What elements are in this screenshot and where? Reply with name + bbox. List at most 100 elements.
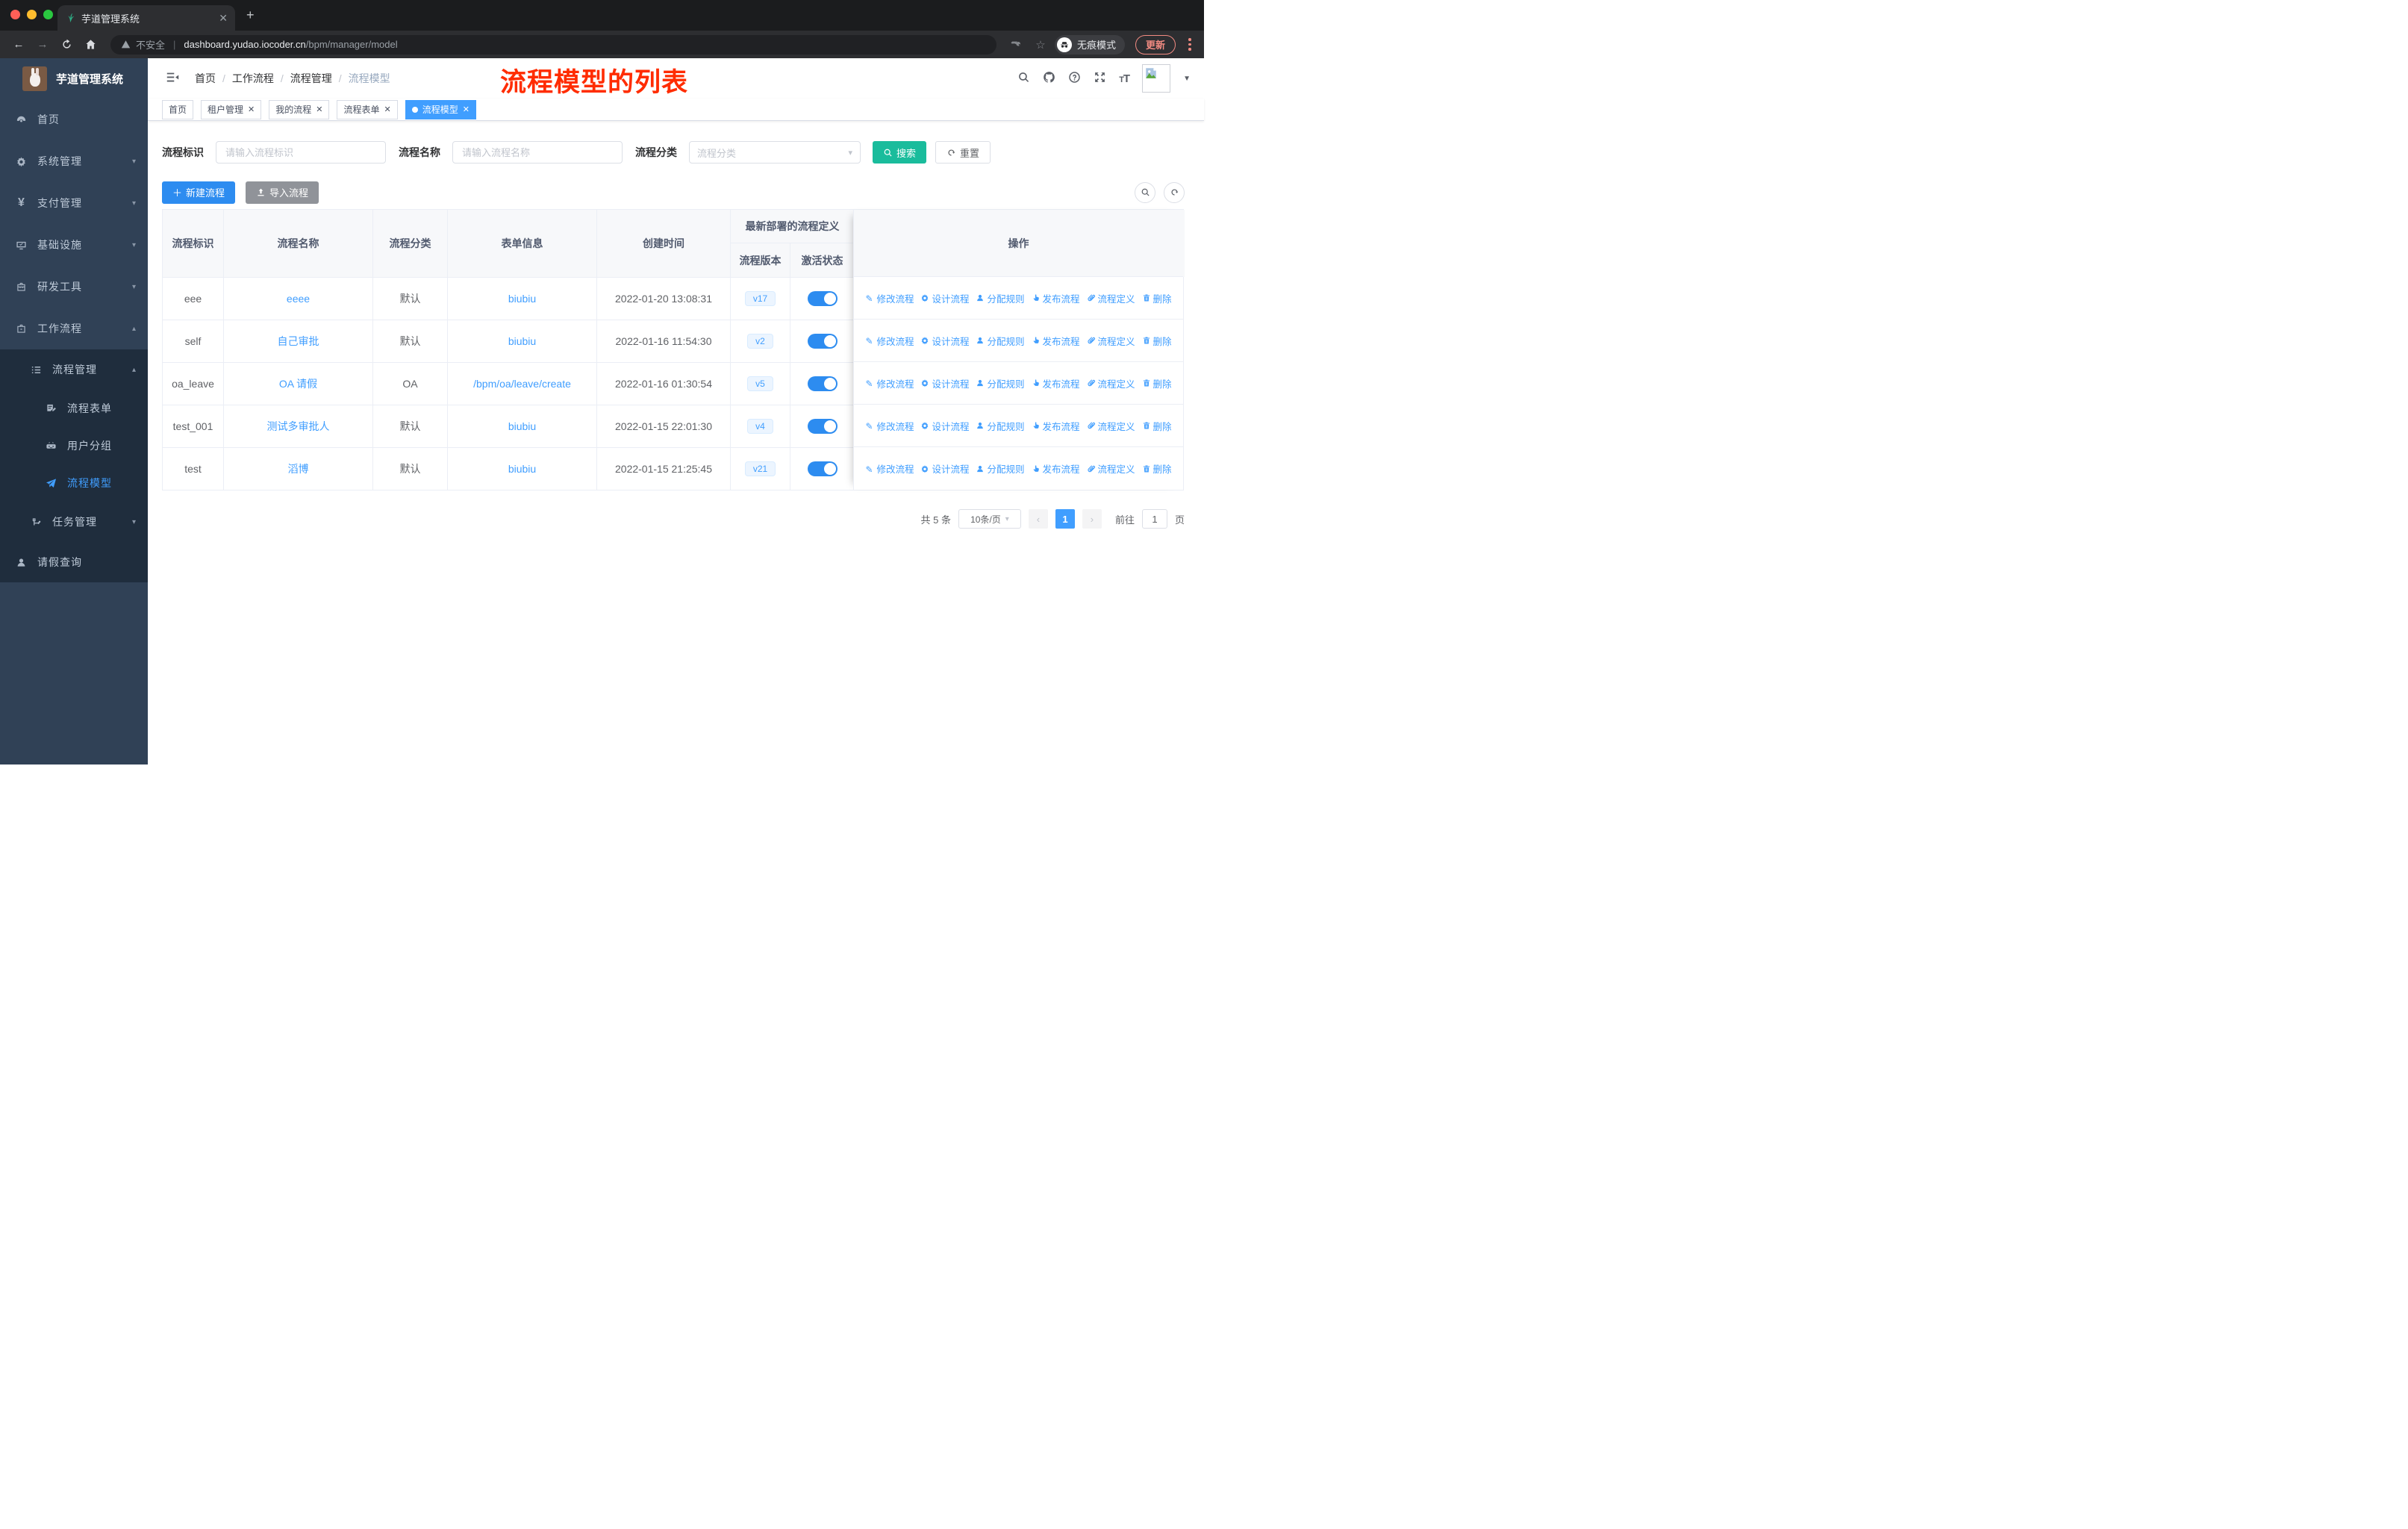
browser-update-button[interactable]: 更新 [1135,34,1176,55]
key-icon[interactable] [1007,35,1026,55]
assign-rule-link[interactable]: 分配规则 [976,419,1025,433]
sidebar-item-system[interactable]: 系统管理 ▾ [0,140,148,182]
close-window-button[interactable] [10,10,20,19]
process-definition-link[interactable]: 流程定义 [1087,419,1135,433]
sidebar-item-process-model[interactable]: 流程模型 [0,464,148,502]
back-icon[interactable]: ← [9,35,28,55]
design-process-link[interactable]: 设计流程 [920,334,969,348]
new-tab-button[interactable]: + [246,7,255,23]
prev-page-button[interactable]: ‹ [1028,509,1048,529]
tag-tenant[interactable]: 租户管理 ✕ [201,99,262,119]
breadcrumb-home[interactable]: 首页 [195,71,216,86]
process-name-link[interactable]: 自己审批 [278,334,319,349]
sidebar-collapse-icon[interactable] [166,70,180,87]
process-category-select[interactable]: 流程分类 ▾ [689,141,861,164]
publish-process-link[interactable]: 发布流程 [1032,334,1080,348]
github-icon[interactable] [1043,71,1055,86]
forward-icon[interactable]: → [33,35,52,55]
goto-page-input[interactable] [1141,509,1167,529]
minimize-window-button[interactable] [27,10,37,19]
page-number-1[interactable]: 1 [1055,509,1075,529]
close-icon[interactable]: ✕ [248,105,255,114]
active-toggle[interactable] [807,376,838,391]
assign-rule-link[interactable]: 分配规则 [976,376,1025,390]
avatar-caret-icon[interactable]: ▼ [1183,75,1191,83]
form-info-link[interactable]: biubiu [508,420,536,432]
reset-button[interactable]: 重置 [935,141,991,164]
delete-link[interactable]: 删除 [1142,334,1172,348]
sidebar-item-process-form[interactable]: 流程表单 [0,390,148,427]
sidebar-item-leave-query[interactable]: 请假查询 [0,542,148,582]
active-toggle[interactable] [807,461,838,476]
tag-process-model[interactable]: 流程模型 ✕ [405,99,476,119]
tab-close-icon[interactable]: ✕ [219,12,228,25]
publish-process-link[interactable]: 发布流程 [1032,291,1080,305]
browser-menu-icon[interactable] [1185,38,1195,51]
fullscreen-icon[interactable] [1094,71,1106,86]
close-icon[interactable]: ✕ [463,105,470,114]
help-icon[interactable] [1068,71,1081,86]
font-size-icon[interactable]: TT [1119,72,1130,85]
process-name-link[interactable]: 滔博 [288,461,309,476]
sidebar-item-user-groups[interactable]: 用户分组 [0,427,148,464]
sidebar-item-dev-tools[interactable]: 研发工具 ▾ [0,266,148,308]
design-process-link[interactable]: 设计流程 [920,461,969,476]
process-name-input[interactable] [452,141,623,164]
bookmark-star-icon[interactable]: ☆ [1031,35,1050,55]
design-process-link[interactable]: 设计流程 [920,291,969,305]
process-definition-link[interactable]: 流程定义 [1087,376,1135,390]
process-definition-link[interactable]: 流程定义 [1087,461,1135,476]
search-icon[interactable] [1017,71,1030,86]
form-info-link[interactable]: biubiu [508,463,536,475]
sidebar-item-home[interactable]: 首页 [0,99,148,140]
sidebar-item-workflow[interactable]: 工作流程 ▴ [0,308,148,349]
delete-link[interactable]: 删除 [1142,376,1172,390]
search-button[interactable]: 搜索 [873,141,927,164]
delete-link[interactable]: 删除 [1142,461,1172,476]
sidebar-item-task-management[interactable]: 任务管理 ▾ [0,502,148,542]
delete-link[interactable]: 删除 [1142,419,1172,433]
design-process-link[interactable]: 设计流程 [920,376,969,390]
modify-process-link[interactable]: ✎ 修改流程 [865,376,914,390]
publish-process-link[interactable]: 发布流程 [1032,376,1080,390]
import-process-button[interactable]: 导入流程 [246,181,319,204]
form-info-link[interactable]: biubiu [508,335,536,347]
form-info-link[interactable]: /bpm/oa/leave/create [473,378,571,390]
app-logo-row[interactable]: 芋道管理系统 [0,58,148,99]
process-definition-link[interactable]: 流程定义 [1087,291,1135,305]
breadcrumb-workflow[interactable]: 工作流程 [232,71,274,86]
reload-icon[interactable] [57,35,76,55]
form-info-link[interactable]: biubiu [508,293,536,305]
process-name-link[interactable]: 测试多审批人 [267,419,330,434]
active-toggle[interactable] [807,419,838,434]
tag-home[interactable]: 首页 [162,99,194,119]
avatar[interactable] [1142,64,1171,93]
modify-process-link[interactable]: ✎ 修改流程 [865,419,914,433]
tag-process-form[interactable]: 流程表单 ✕ [337,99,398,119]
modify-process-link[interactable]: ✎ 修改流程 [865,291,914,305]
tag-my-process[interactable]: 我的流程 ✕ [269,99,330,119]
sidebar-item-payment[interactable]: ¥ 支付管理 ▾ [0,182,148,224]
design-process-link[interactable]: 设计流程 [920,419,969,433]
close-icon[interactable]: ✕ [316,105,322,114]
assign-rule-link[interactable]: 分配规则 [976,291,1025,305]
assign-rule-link[interactable]: 分配规则 [976,461,1025,476]
assign-rule-link[interactable]: 分配规则 [976,334,1025,348]
process-name-link[interactable]: OA 请假 [279,376,317,391]
create-process-button[interactable]: ＋ 新建流程 [162,181,236,204]
modify-process-link[interactable]: ✎ 修改流程 [865,334,914,348]
sidebar-item-infrastructure[interactable]: 基础设施 ▾ [0,224,148,266]
modify-process-link[interactable]: ✎ 修改流程 [865,461,914,476]
publish-process-link[interactable]: 发布流程 [1032,419,1080,433]
show-search-button[interactable] [1135,181,1155,203]
page-size-select[interactable]: 10条/页 ▾ [958,509,1021,529]
browser-tab[interactable]: 芋道管理系统 ✕ [57,5,235,31]
active-toggle[interactable] [807,334,838,349]
publish-process-link[interactable]: 发布流程 [1032,461,1080,476]
active-toggle[interactable] [807,291,838,306]
close-icon[interactable]: ✕ [384,105,391,114]
maximize-window-button[interactable] [43,10,53,19]
breadcrumb-process-management[interactable]: 流程管理 [290,71,332,86]
sidebar-item-process-management[interactable]: 流程管理 ▴ [0,349,148,390]
process-definition-link[interactable]: 流程定义 [1087,334,1135,348]
